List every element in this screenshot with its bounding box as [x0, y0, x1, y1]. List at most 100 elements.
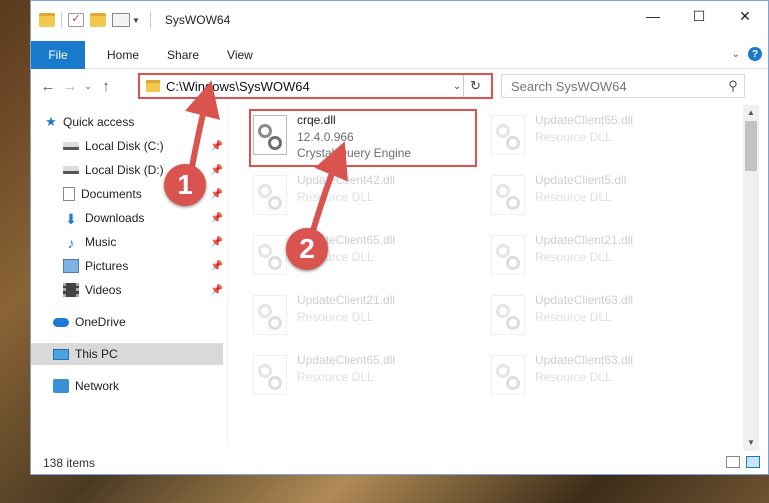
dll-file-icon	[253, 355, 287, 395]
file-item[interactable]: UpdateClient65.dll Resource DLL	[249, 229, 479, 285]
tab-file[interactable]: File	[31, 40, 85, 69]
file-description: Resource DLL	[535, 370, 612, 384]
sidebar-item-network[interactable]: Network	[53, 375, 223, 397]
pin-icon[interactable]: 📌	[211, 237, 223, 248]
sidebar-item-label: OneDrive	[75, 315, 126, 329]
search-input[interactable]	[511, 78, 722, 94]
network-icon	[53, 379, 69, 393]
search-icon[interactable]: ⚲	[722, 78, 744, 94]
pin-icon[interactable]: 📌	[211, 141, 223, 152]
file-item[interactable]: UpdateClient63.dll Resource DLL	[487, 349, 717, 405]
file-name: UpdateClient21.dll	[297, 293, 396, 307]
file-item[interactable]: UpdateClient63.dll Resource DLL	[487, 289, 717, 345]
sidebar-item-music[interactable]: ♪ Music 📌	[63, 231, 224, 253]
tab-share[interactable]: Share	[153, 48, 213, 62]
scroll-thumb[interactable]	[745, 121, 757, 171]
new-folder-icon[interactable]	[90, 13, 106, 27]
details-view-icon[interactable]	[726, 456, 740, 468]
file-name: UpdateClient5.dll	[535, 173, 627, 187]
music-note-icon: ♪	[67, 235, 75, 251]
refresh-icon[interactable]: ↻	[463, 75, 487, 97]
file-description: Resource DLL	[297, 310, 374, 324]
file-item[interactable]: UpdateClient5.dll Resource DLL	[487, 169, 717, 225]
back-arrow-icon[interactable]: ←	[37, 78, 59, 95]
tab-view[interactable]: View	[213, 48, 267, 62]
forward-arrow-icon[interactable]: →	[59, 78, 81, 95]
chevron-down-icon[interactable]: ▼	[132, 16, 140, 25]
sidebar-item-label: Music	[85, 235, 117, 249]
sidebar-item-pictures[interactable]: Pictures 📌	[63, 255, 223, 277]
star-icon: ★	[45, 114, 57, 129]
tiles-view-icon[interactable]	[746, 456, 760, 468]
file-name: UpdateClient65.dll	[535, 113, 634, 127]
dll-file-icon	[491, 175, 525, 215]
address-path[interactable]: C:\Windows\SysWOW64	[166, 79, 449, 94]
minimize-button[interactable]: —	[630, 1, 676, 31]
vertical-scrollbar[interactable]: ▲ ▼	[743, 105, 759, 451]
file-description: Resource DLL	[535, 190, 612, 204]
sidebar-item-label: Documents	[81, 187, 142, 201]
highlight-box	[249, 109, 477, 167]
folder-icon	[39, 13, 55, 27]
pin-icon[interactable]: 📌	[211, 189, 223, 200]
file-name: UpdateClient63.dll	[535, 353, 634, 367]
search-box[interactable]: ⚲	[501, 74, 745, 98]
file-item[interactable]: UpdateClient65.dll Resource DLL	[487, 109, 717, 165]
dll-file-icon	[253, 295, 287, 335]
pane-divider	[227, 105, 228, 445]
sidebar-item-this-pc[interactable]: This PC	[31, 343, 223, 365]
window-title: SysWOW64	[164, 13, 231, 27]
close-button[interactable]: ✕	[722, 1, 768, 31]
file-item[interactable]: UpdateClient21.dll Resource DLL	[249, 289, 479, 345]
cloud-icon	[53, 317, 69, 327]
documents-icon	[63, 187, 75, 201]
ribbon-right: ⌄ ?	[732, 47, 762, 61]
item-count: 138 items	[43, 456, 96, 470]
scroll-down-icon[interactable]: ▼	[743, 435, 759, 451]
sidebar-item-quick-access[interactable]: ★ Quick access	[43, 111, 223, 133]
chevron-down-icon[interactable]: ⌄	[732, 49, 740, 60]
file-name: UpdateClient42.dll	[297, 173, 396, 187]
file-item[interactable]: UpdateClient65.dll Resource DLL	[249, 349, 479, 405]
dll-file-icon	[253, 235, 287, 275]
drive-icon	[63, 166, 79, 174]
sidebar-item-onedrive[interactable]: OneDrive	[53, 311, 223, 333]
computer-icon	[53, 348, 69, 360]
scroll-up-icon[interactable]: ▲	[743, 105, 759, 121]
sidebar-item-local-disk-c[interactable]: Local Disk (C:) 📌	[63, 135, 223, 157]
dll-file-icon	[491, 115, 525, 155]
pin-icon[interactable]: 📌	[211, 261, 223, 272]
address-bar[interactable]: C:\Windows\SysWOW64 ⌄	[138, 73, 493, 99]
pin-icon[interactable]: 📌	[211, 213, 223, 224]
up-arrow-icon[interactable]: ↑	[95, 78, 117, 95]
sidebar-item-downloads[interactable]: ⬇ Downloads 📌	[63, 207, 223, 229]
file-description: Resource DLL	[297, 190, 374, 204]
pictures-icon	[63, 259, 79, 273]
navigation-bar: ← → ⌄ ↑ C:\Windows\SysWOW64 ⌄ ↻ ⚲	[31, 71, 768, 101]
sidebar-item-label: Downloads	[85, 211, 145, 225]
customize-icon[interactable]	[112, 13, 130, 27]
file-item[interactable]: UpdateClient42.dll Resource DLL	[249, 169, 479, 225]
recent-locations-chevron-icon[interactable]: ⌄	[81, 81, 95, 92]
sidebar-item-label: Local Disk (C:)	[85, 139, 164, 153]
maximize-button[interactable]: ☐	[676, 1, 722, 31]
sidebar-item-label: Pictures	[85, 259, 129, 273]
dll-file-icon	[491, 235, 525, 275]
file-description: Resource DLL	[535, 250, 612, 264]
properties-check-icon[interactable]: ✓	[68, 13, 84, 27]
quick-access-toolbar: ✓ ▼	[39, 12, 150, 28]
sidebar-item-label: Network	[75, 379, 120, 393]
tab-home[interactable]: Home	[93, 48, 153, 62]
sidebar-item-videos[interactable]: Videos 📌	[63, 279, 223, 301]
help-icon[interactable]: ?	[748, 47, 762, 61]
file-description: Resource DLL	[535, 310, 612, 324]
sidebar-item-label: Quick access	[63, 115, 135, 129]
file-item[interactable]: UpdateClient21.dll Resource DLL	[487, 229, 717, 285]
view-toggle	[726, 456, 760, 468]
file-description: Resource DLL	[297, 370, 374, 384]
pin-icon[interactable]: 📌	[211, 285, 223, 296]
film-icon	[63, 283, 79, 297]
download-arrow-icon: ⬇	[65, 211, 77, 227]
pin-icon[interactable]: 📌	[211, 165, 223, 176]
step-2-badge: 2	[286, 228, 328, 270]
